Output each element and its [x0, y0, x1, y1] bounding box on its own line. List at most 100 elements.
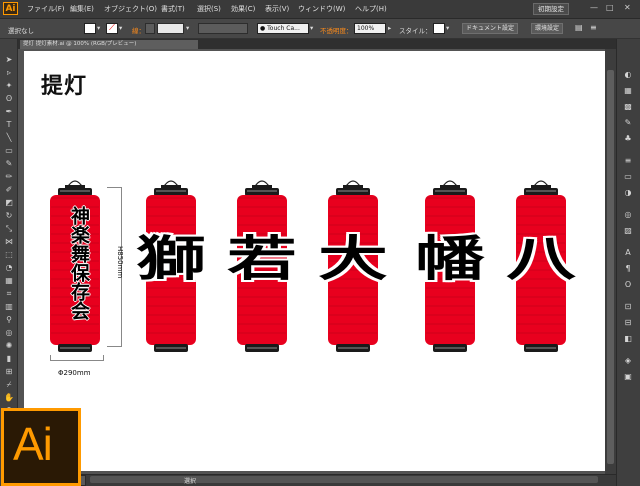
- horizontal-scroll-thumb[interactable]: [90, 476, 598, 483]
- magic-wand-icon[interactable]: ✦: [4, 81, 14, 91]
- lantern-text: 若: [227, 231, 297, 287]
- eyedropper-icon[interactable]: ⚲: [4, 315, 14, 325]
- menu-view[interactable]: 表示(V): [265, 4, 289, 14]
- symbol-sprayer-icon[interactable]: ✺: [4, 341, 14, 351]
- chevron-down-icon[interactable]: ▾: [186, 24, 189, 32]
- chevron-right-icon[interactable]: ▸: [388, 24, 391, 32]
- brush-select[interactable]: ● Touch Ca...: [257, 23, 309, 34]
- free-transform-icon[interactable]: ⬚: [4, 250, 14, 260]
- document-tab[interactable]: 提灯 提灯素材.ai @ 100% (RGB/プレビュー): [20, 40, 198, 49]
- menu-edit[interactable]: 編集(E): [70, 4, 94, 14]
- type-tool-icon[interactable]: T: [4, 120, 14, 130]
- rotate-tool-icon[interactable]: ↻: [4, 211, 14, 221]
- line-tool-icon[interactable]: ╲: [4, 133, 14, 143]
- slice-tool-icon[interactable]: ⌿: [4, 380, 14, 390]
- stroke-weight-input[interactable]: [157, 23, 184, 34]
- lantern-1[interactable]: 神楽舞保存会: [44, 176, 106, 366]
- minimize-icon[interactable]: —: [590, 3, 598, 12]
- graph-tool-icon[interactable]: ▮: [4, 354, 14, 364]
- shape-builder-icon[interactable]: ◔: [4, 263, 14, 273]
- document-tab-bar: 提灯 提灯素材.ai @ 100% (RGB/プレビュー): [18, 39, 616, 49]
- rectangle-tool-icon[interactable]: ▭: [4, 146, 14, 156]
- stroke-panel-icon[interactable]: ≡: [622, 155, 634, 166]
- maximize-icon[interactable]: □: [606, 3, 614, 12]
- hand-tool-icon[interactable]: ✋: [4, 393, 14, 403]
- color-guide-icon[interactable]: ▦: [622, 85, 634, 96]
- gradient-tool-icon[interactable]: ▥: [4, 302, 14, 312]
- blend-tool-icon[interactable]: ◎: [4, 328, 14, 338]
- menu-select[interactable]: 選択(S): [197, 4, 221, 14]
- width-dimension-label: Φ290mm: [58, 369, 91, 377]
- eraser-icon[interactable]: ◩: [4, 198, 14, 208]
- transform-panel-icon[interactable]: ⊡: [622, 301, 634, 312]
- pathfinder-icon[interactable]: ◧: [622, 333, 634, 344]
- layers-icon[interactable]: ◈: [622, 355, 634, 366]
- brush-value: Touch Ca...: [267, 25, 300, 32]
- appearance-icon[interactable]: ◎: [622, 209, 634, 220]
- paintbrush-icon[interactable]: ✎: [4, 159, 14, 169]
- transparency-icon[interactable]: ◑: [622, 187, 634, 198]
- menu-object[interactable]: オブジェクト(O): [104, 4, 157, 14]
- menu-window[interactable]: ウィンドウ(W): [298, 4, 345, 14]
- lantern-text: 獅: [136, 231, 206, 287]
- width-dimension-line: [50, 355, 104, 361]
- arrange-icon[interactable]: ▤: [575, 23, 583, 32]
- pen-tool-icon[interactable]: ✒: [4, 107, 14, 117]
- document-setup-button[interactable]: ドキュメント設定: [462, 23, 519, 34]
- lantern-5[interactable]: 幡: [415, 176, 485, 366]
- workspace-button[interactable]: 初期設定: [533, 3, 569, 15]
- menu-effect[interactable]: 効果(C): [231, 4, 255, 14]
- lantern-3[interactable]: 若: [227, 176, 297, 366]
- lasso-icon[interactable]: ʘ: [4, 94, 14, 104]
- menu-file[interactable]: ファイル(F): [27, 4, 65, 14]
- selection-tool-icon[interactable]: ➤: [4, 55, 14, 65]
- brushes-icon[interactable]: ✎: [622, 117, 634, 128]
- lantern-text: 大: [318, 231, 388, 287]
- character-panel-icon[interactable]: A: [622, 247, 634, 258]
- height-dimension-label: H850mm: [116, 246, 124, 279]
- swatches-icon[interactable]: ▩: [622, 101, 634, 112]
- scale-tool-icon[interactable]: ⤡: [4, 224, 14, 234]
- opacity-input[interactable]: 100%: [354, 23, 386, 34]
- variable-width-profile[interactable]: [198, 23, 248, 34]
- preferences-button[interactable]: 環境設定: [531, 23, 564, 34]
- chevron-down-icon[interactable]: ▾: [310, 24, 313, 32]
- pencil-icon[interactable]: ✏: [4, 172, 14, 182]
- lantern-2[interactable]: 獅: [136, 176, 206, 366]
- stroke-label[interactable]: 線：: [132, 25, 145, 35]
- panel-dock: ◐ ▦ ▩ ✎ ♣ ≡ ▭ ◑ ◎ ▨ A ¶ O ⊡ ⊟ ◧ ◈ ▣: [616, 39, 640, 486]
- gradient-panel-icon[interactable]: ▭: [622, 171, 634, 182]
- mesh-tool-icon[interactable]: ⌗: [4, 289, 14, 299]
- stroke-swatch-none-icon[interactable]: ⟋: [106, 23, 118, 34]
- perspective-grid-icon[interactable]: ▦: [4, 276, 14, 286]
- vertical-scroll-thumb[interactable]: [607, 70, 614, 464]
- direct-selection-tool-icon[interactable]: ▹: [4, 68, 14, 78]
- opacity-label[interactable]: 不透明度：: [320, 25, 353, 35]
- menu-help[interactable]: ヘルプ(H): [355, 4, 387, 14]
- paragraph-panel-icon[interactable]: ¶: [622, 263, 634, 274]
- lantern-4[interactable]: 大: [318, 176, 388, 366]
- stroke-weight-stepper[interactable]: [145, 23, 155, 34]
- status-tool-label: 選択: [184, 478, 197, 485]
- chevron-down-icon[interactable]: ▾: [97, 24, 100, 32]
- close-icon[interactable]: ✕: [624, 3, 631, 12]
- symbols-icon[interactable]: ♣: [622, 133, 634, 144]
- panel-menu-icon[interactable]: ≡: [590, 23, 597, 32]
- app-logo-small: Ai: [3, 2, 18, 15]
- menu-type[interactable]: 書式(T): [161, 4, 185, 14]
- illustrator-logo: Ai: [1, 408, 81, 486]
- width-tool-icon[interactable]: ⋈: [4, 237, 14, 247]
- graphic-style-swatch[interactable]: [433, 23, 445, 34]
- lantern-6[interactable]: 八: [506, 176, 576, 366]
- artboard-tool-icon[interactable]: ⊞: [4, 367, 14, 377]
- fill-swatch[interactable]: [84, 23, 96, 34]
- chevron-down-icon[interactable]: ▾: [119, 24, 122, 32]
- color-panel-icon[interactable]: ◐: [622, 69, 634, 80]
- control-bar: 選択なし ▾ ⟋ ▾ 線： ▾ ● Touch Ca... ▾ 不透明度： 10…: [0, 19, 640, 39]
- align-panel-icon[interactable]: ⊟: [622, 317, 634, 328]
- opentype-icon[interactable]: O: [622, 279, 634, 290]
- blob-brush-icon[interactable]: ✐: [4, 185, 14, 195]
- graphic-styles-icon[interactable]: ▨: [622, 225, 634, 236]
- chevron-down-icon[interactable]: ▾: [446, 24, 449, 32]
- artboards-icon[interactable]: ▣: [622, 371, 634, 382]
